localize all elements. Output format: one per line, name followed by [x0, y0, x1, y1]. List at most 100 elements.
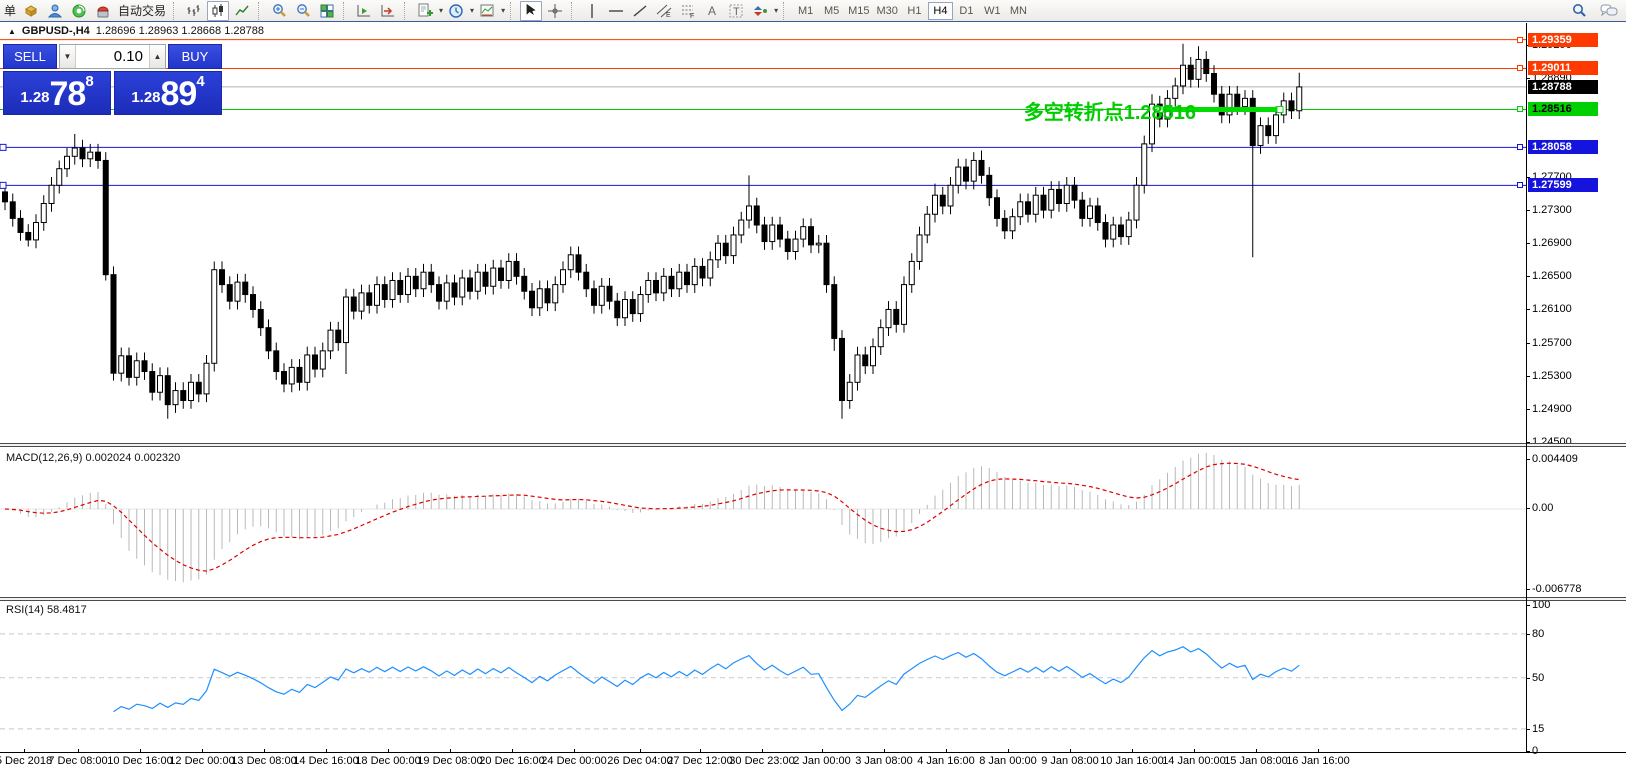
bar-chart-icon[interactable] [183, 1, 205, 21]
periods-dropdown-arrow[interactable]: ▾ [470, 6, 474, 15]
tile-windows-icon[interactable] [316, 1, 338, 21]
chat-icon[interactable] [1598, 1, 1620, 21]
timeframe-button-D1[interactable]: D1 [954, 2, 979, 20]
timeframe-button-M1[interactable]: M1 [793, 2, 818, 20]
volume-decrease-button[interactable]: ▼ [60, 45, 76, 68]
autotrade-button[interactable]: 自动交易 [116, 2, 168, 19]
candle [1088, 198, 1093, 227]
candle [382, 276, 387, 307]
candle [351, 289, 356, 320]
add-indicator-icon[interactable] [414, 1, 436, 21]
level-handle-right[interactable] [1517, 65, 1523, 71]
candle [824, 235, 829, 293]
candle [313, 347, 318, 378]
buy-price-big: 89 [161, 77, 197, 111]
sell-button[interactable]: SELL [3, 44, 57, 69]
cursor-tool-icon[interactable] [520, 1, 542, 21]
candle [1227, 86, 1232, 123]
crosshair-tool-icon[interactable] [544, 1, 566, 21]
buy-price-display[interactable]: 1.28 89 4 [114, 71, 222, 115]
candle [731, 227, 736, 264]
text-label-tool-icon[interactable]: T [725, 1, 747, 21]
template-icon[interactable] [476, 1, 498, 21]
new-order-icon[interactable] [20, 1, 42, 21]
search-icon[interactable] [1568, 1, 1590, 21]
candle [878, 319, 883, 355]
candle [1026, 194, 1031, 223]
template-dropdown-arrow[interactable]: ▾ [501, 6, 505, 15]
price-axis-border [1526, 23, 1527, 753]
equidistant-channel-tool-icon[interactable]: E [653, 1, 675, 21]
timeframe-button-M30[interactable]: M30 [874, 2, 901, 20]
candle [173, 382, 178, 413]
candle [747, 175, 752, 228]
level-handle-right[interactable] [1517, 106, 1523, 112]
candle [917, 227, 922, 270]
chart-symbol: GBPUSD-,H4 [22, 25, 90, 37]
zoom-in-icon[interactable] [268, 1, 290, 21]
buy-button[interactable]: BUY [168, 44, 222, 69]
candle [413, 268, 418, 297]
price-tick-label: 1.26100 [1532, 303, 1572, 316]
trendline-tool-icon[interactable] [629, 1, 651, 21]
candle [685, 264, 690, 293]
trend-handle[interactable] [1157, 106, 1163, 112]
candle [630, 291, 635, 322]
vertical-line-tool-icon[interactable] [581, 1, 603, 21]
level-handle[interactable] [0, 182, 6, 188]
time-label: 3 Jan 08:00 [855, 755, 913, 767]
time-label: 14 Jan 00:00 [1162, 755, 1226, 767]
zoom-out-icon[interactable] [292, 1, 314, 21]
level-handle-right[interactable] [1517, 144, 1523, 150]
timeframe-button-M15[interactable]: M15 [845, 2, 872, 20]
time-label: 10 Dec 16:00 [107, 755, 172, 767]
timeframe-button-H4[interactable]: H4 [928, 2, 953, 20]
text-tool-icon[interactable]: A [701, 1, 723, 21]
timeframe-button-W1[interactable]: W1 [980, 2, 1005, 20]
candle [336, 322, 341, 351]
candle [537, 280, 542, 316]
trend-handle[interactable] [1277, 106, 1283, 112]
collapse-panel-arrow[interactable]: ▲ [8, 27, 16, 36]
panel-divider[interactable] [0, 597, 1626, 601]
toolbar-separator [571, 2, 576, 20]
horizontal-line-tool-icon[interactable] [605, 1, 627, 21]
community-icon[interactable] [44, 1, 66, 21]
level-handle-right[interactable] [1517, 182, 1523, 188]
candle [390, 272, 395, 308]
main-price-chart[interactable] [0, 35, 1526, 443]
rsi-panel[interactable] [0, 601, 1526, 752]
level-handle[interactable] [0, 144, 6, 150]
volume-increase-button[interactable]: ▲ [149, 45, 165, 68]
level-handle-right[interactable] [1517, 37, 1523, 43]
price-tick-label: 1.26900 [1532, 237, 1572, 250]
volume-input[interactable]: 0.10 [76, 45, 149, 68]
candle [723, 235, 728, 264]
periods-icon[interactable] [445, 1, 467, 21]
arrows-dropdown-arrow[interactable]: ▾ [774, 6, 778, 15]
macd-panel[interactable] [0, 447, 1526, 597]
price-tick-label: 1.26500 [1532, 270, 1572, 283]
candle [142, 352, 147, 379]
timeframe-button-H1[interactable]: H1 [902, 2, 927, 20]
candle [847, 374, 852, 409]
timeframe-button-MN[interactable]: MN [1006, 2, 1031, 20]
candle [692, 258, 697, 293]
candle [708, 252, 713, 287]
signals-icon[interactable] [68, 1, 90, 21]
auto-scroll-icon[interactable] [377, 1, 399, 21]
candlestick-chart-icon[interactable] [207, 1, 229, 21]
toolbar-separator [258, 2, 263, 20]
timeframe-button-M5[interactable]: M5 [819, 2, 844, 20]
arrows-tool-icon[interactable] [749, 1, 771, 21]
time-label: 8 Jan 00:00 [979, 755, 1037, 767]
chart-shift-icon[interactable] [353, 1, 375, 21]
panel-divider[interactable] [0, 443, 1626, 447]
candle [150, 363, 155, 400]
indicator-dropdown-arrow[interactable]: ▾ [439, 6, 443, 15]
fibonacci-tool-icon[interactable]: F [677, 1, 699, 21]
autotrade-icon[interactable] [92, 1, 114, 21]
sell-price-display[interactable]: 1.28 78 8 [3, 71, 111, 115]
line-chart-icon[interactable] [231, 1, 253, 21]
candle [328, 322, 333, 359]
